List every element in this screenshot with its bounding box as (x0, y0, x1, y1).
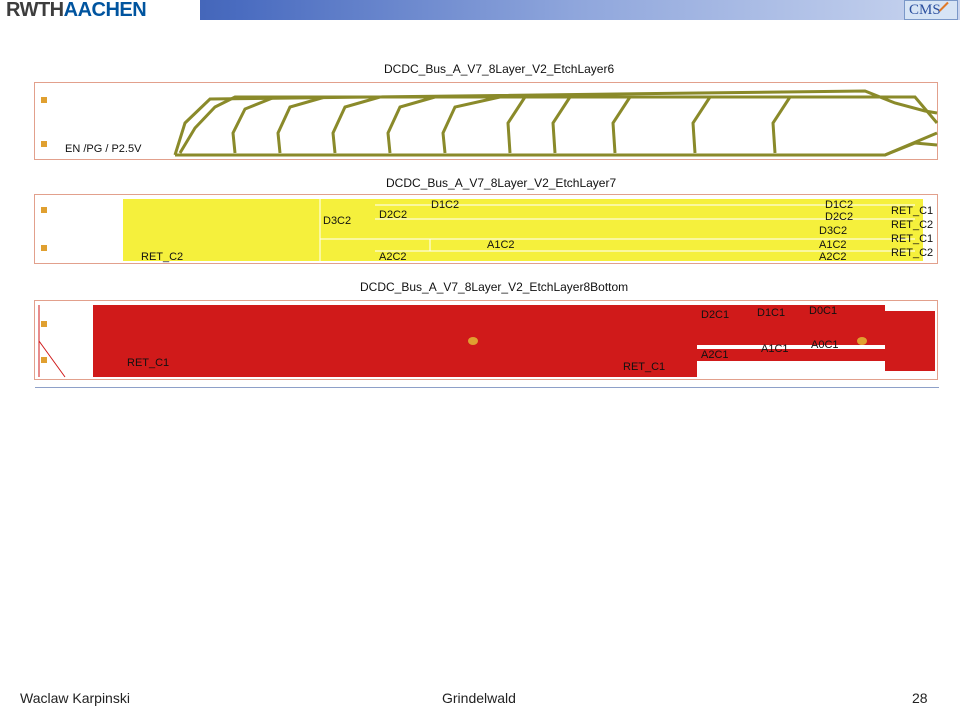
board-layer8bottom-label-7: A0C1 (811, 339, 839, 351)
board-layer8bottom-label-5: A2C1 (701, 349, 729, 361)
board-layer8bottom-label-3: D1C1 (757, 307, 786, 319)
board-layer7-label-12: RET_C2 (891, 219, 934, 231)
board-layer7-label-5: RET_C2 (141, 251, 184, 263)
board-title-layer6: DCDC_Bus_A_V7_8Layer_V2_EtchLayer6 (384, 62, 615, 76)
cms-logo-mark (938, 1, 958, 21)
board-layer6-traces (41, 89, 939, 157)
board-layer8bottom-dimension-line (35, 387, 939, 388)
board-layer6-label-0: EN /PG / P2.5V (65, 143, 142, 155)
board-layer8bottom-label-0: RET_C1 (127, 357, 170, 369)
board-layer7: D3C2 D2C2 D1C2 A1C2 A2C2 RET_C2 D1C2 D2C… (34, 194, 938, 264)
logo-text-rwth: RWTH (6, 0, 64, 21)
board-title-layer7: DCDC_Bus_A_V7_8Layer_V2_EtchLayer7 (386, 176, 617, 190)
cms-logo-text: CMS (909, 2, 941, 18)
university-logo: RWTHAACHEN (0, 0, 200, 21)
board-layer7-label-0: D3C2 (323, 215, 352, 227)
board-layer7-label-13: RET_C1 (891, 233, 934, 245)
board-layer7-label-7: D2C2 (825, 211, 854, 223)
board-layer7-label-10: A2C2 (819, 251, 847, 263)
footer-author: Waclaw Karpinski (20, 690, 130, 706)
footer-location: Grindelwald (442, 690, 516, 706)
board-layer7-label-8: D3C2 (819, 225, 848, 237)
board-layer6: EN /PG / P2.5V (34, 82, 939, 160)
board-layer7-label-2: D1C2 (431, 199, 460, 211)
board-layer7-label-11: RET_C1 (891, 205, 934, 217)
board-layer7-label-6: D1C2 (825, 199, 854, 211)
cms-logo: CMS (904, 0, 958, 21)
board-layer8bottom: RET_C1 RET_C1 D2C1 D1C1 D0C1 A2C1 A1C1 A… (34, 300, 939, 388)
board-layer7-label-1: D2C2 (379, 209, 408, 221)
board-layer8bottom-label-4: D0C1 (809, 305, 838, 317)
board-title-layer8bottom: DCDC_Bus_A_V7_8Layer_V2_EtchLayer8Bottom (360, 280, 629, 294)
board-layer8bottom-label-1: RET_C1 (623, 361, 666, 373)
logo-text-aachen: AACHEN (63, 0, 147, 21)
board-layer7-label-14: RET_C2 (891, 247, 934, 259)
board-layer8bottom-label-2: D2C1 (701, 309, 730, 321)
board-layer8bottom-label-6: A1C1 (761, 343, 789, 355)
board-layer7-label-9: A1C2 (819, 239, 847, 251)
board-layer7-label-3: A1C2 (487, 239, 515, 251)
board-layer7-label-4: A2C2 (379, 251, 407, 263)
board-layer8bottom-marks (38, 305, 867, 378)
footer-page-number: 28 (912, 690, 928, 706)
